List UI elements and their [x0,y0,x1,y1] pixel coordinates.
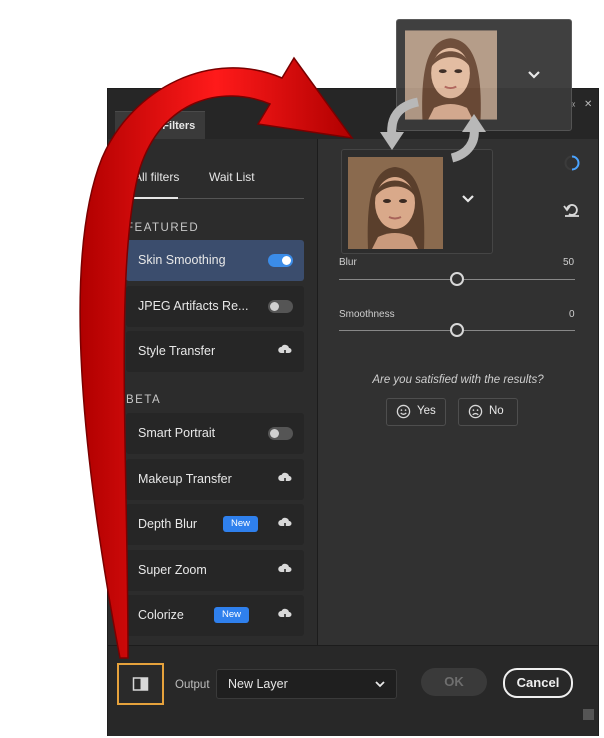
loading-spinner-icon [564,155,580,171]
reset-icon[interactable] [563,202,581,218]
yes-label: Yes [417,405,436,417]
feedback-yes-button[interactable]: Yes [386,398,446,426]
close-icon[interactable]: ✕ [584,99,592,110]
portrait-thumbnail [348,157,443,249]
no-label: No [489,405,504,417]
ok-button[interactable]: OK [421,668,487,696]
smoothness-value: 0 [569,309,575,320]
smoothness-slider-handle[interactable] [450,323,464,337]
swap-arrows-icon [380,97,486,163]
blur-value: 50 [563,257,575,268]
resize-grip[interactable] [583,709,594,720]
feedback-no-button[interactable]: No [458,398,518,426]
annotation-arrow [79,56,354,659]
blur-slider-handle[interactable] [450,272,464,286]
cancel-button[interactable]: Cancel [503,668,573,698]
smiley-sad-icon [468,404,483,419]
chevron-down-icon[interactable] [526,66,542,82]
chevron-down-icon [375,681,385,688]
chevron-down-icon[interactable] [460,190,476,206]
smiley-happy-icon [396,404,411,419]
